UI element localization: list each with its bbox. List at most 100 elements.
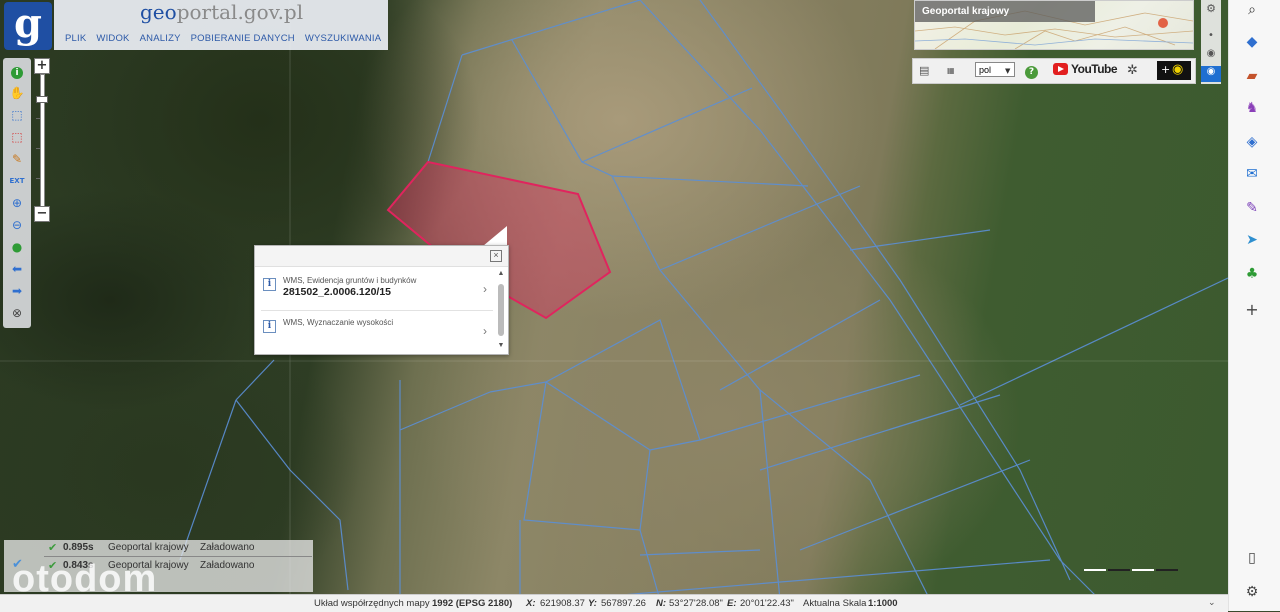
zoom-handle[interactable] [36,96,48,103]
zoom-track[interactable] [40,74,45,208]
scale-label: Aktualna Skala [803,598,867,609]
map-canvas[interactable] [0,0,1228,611]
feature-info-popup: × i WMS, Ewidencja gruntów i budynków 28… [254,245,509,355]
e-value: 20°01'22.43" [740,598,794,609]
check-icon: ✔ [48,542,58,554]
gear-icon[interactable]: ⚙ [1242,582,1262,602]
outlook-icon[interactable]: ✉ [1242,164,1262,184]
eye-small-icon[interactable]: ◉ [1201,48,1221,59]
layer-status-row: ✔ 0.895s Geoportal krajowy Załadowano [4,540,313,556]
brand-bar: geoportal.gov.pl PLIK WIDOK ANALIZY POBI… [54,0,388,50]
overview-minimap[interactable]: Geoportal krajowy [914,0,1194,50]
divider [44,556,312,557]
plus-icon: + [1161,63,1171,76]
layer-name: WMS, Ewidencja gruntów i budynków [283,276,417,285]
info-icon: i [263,278,276,291]
zoom-slider: + − [34,58,50,222]
tree-icon[interactable]: ♣ [1242,264,1262,284]
send-icon[interactable]: ➤ [1242,230,1262,250]
zoom-minus-button[interactable]: − [34,206,50,222]
chevron-down-icon: ▼ [1005,67,1011,75]
pencil-icon[interactable]: ✎ [7,150,27,168]
help-icon[interactable]: ? [1025,63,1038,79]
briefcase-icon[interactable]: ▰ [1242,66,1262,86]
scroll-down-icon[interactable]: ▼ [497,342,505,350]
youtube-icon[interactable] [1053,63,1068,75]
minimap-controls: ⚙ • ◉ ◉ [1201,0,1221,84]
menu-analizy[interactable]: ANALIZY [135,31,186,46]
main-menu: PLIK WIDOK ANALIZY POBIERANIE DANYCH WYS… [60,31,386,46]
add-icon[interactable]: + [1242,300,1262,320]
zoom-tick [36,118,40,119]
back-arrow-icon[interactable]: ⬅ [7,260,27,278]
browser-sidebar: ⌕ ◆ ▰ ♞ ◈ ✉ ✎ ➤ ♣ + ▯ ⚙ [1228,0,1280,611]
crs-value: 1992 (EPSG 2180) [432,598,513,609]
e-label: E: [727,598,737,609]
menu-widok[interactable]: WIDOK [91,31,134,46]
chess-icon[interactable]: ♞ [1242,98,1262,118]
minimap-title: Geoportal krajowy [922,6,1010,17]
tag-icon[interactable]: ◆ [1242,32,1262,52]
clear-selection-icon[interactable]: ⬚ [7,128,27,146]
select-icon[interactable]: ⬚ [7,106,27,124]
zoom-in-icon[interactable]: ⊕ [7,194,27,212]
youtube-label[interactable]: YouTube [1071,62,1118,76]
info-icon[interactable]: i [7,62,27,80]
chevron-down-icon[interactable]: ⌄ [1208,597,1216,608]
parcel-overlay [0,0,1228,611]
layer-name: WMS, Wyznaczanie wysokości [283,318,394,327]
parcel-id: 281502_2.0006.120/15 [283,286,392,298]
designer-icon[interactable]: ✎ [1242,198,1262,218]
scroll-thumb[interactable] [498,284,504,336]
menu-pobieranie-danych[interactable]: POBIERANIE DANYCH [186,31,300,46]
map-toolbar: i ✋ ⬚ ⬚ ✎ EXT ⊕ ⊖ ● ⬅ ➡ ⊗ [3,58,31,328]
scale-segment [1156,569,1178,571]
search-icon[interactable]: ⌕ [1242,0,1262,20]
forward-arrow-icon[interactable]: ➡ [7,282,27,300]
zoom-out-icon[interactable]: ⊖ [7,216,27,234]
crosshair-icon[interactable]: ⊗ [7,304,27,322]
wms-icon[interactable]: ▦ [947,63,955,79]
scale-segment [1084,569,1106,571]
sidebar-panel-icon[interactable]: ▯ [1242,548,1262,568]
menu-wyszukiwania[interactable]: WYSZUKIWANIA [300,31,386,46]
n-value: 53°27'28.08" [669,598,723,609]
layer-name: Geoportal krajowy [108,542,189,553]
zoom-tick [36,148,40,149]
scale-value: 1:1000 [868,598,898,609]
n-label: N: [656,598,667,609]
contrast-toggle[interactable]: + ◉ [1157,61,1191,80]
minimap-title-bar: Geoportal krajowy [915,1,1095,22]
x-label: X: [526,598,536,609]
globe-icon[interactable]: ● [7,238,27,256]
gear-icon[interactable]: ⚙ [1201,2,1221,15]
zoom-plus-button[interactable]: + [34,58,50,74]
zoom-extent-icon[interactable]: EXT [7,172,27,190]
crs-label: Układ współrzędnych mapy [314,598,430,609]
close-icon[interactable]: × [490,250,502,262]
popup-row-ewidencja[interactable]: i WMS, Ewidencja gruntów i budynków 2815… [255,272,495,312]
info-icon: i [263,320,276,333]
popup-row-wysokosci[interactable]: i WMS, Wyznaczanie wysokości › [255,314,495,354]
dot-icon[interactable]: • [1201,30,1221,41]
x-value: 621908.37 [540,598,585,609]
map-grid [0,0,1228,611]
print-icon[interactable]: ▤ [919,63,929,79]
popup-scrollbar[interactable]: ▲ ▼ [497,270,505,350]
chevron-right-icon[interactable]: › [483,324,487,338]
scroll-up-icon[interactable]: ▲ [497,270,505,278]
pan-hand-icon[interactable]: ✋ [7,84,27,102]
zoom-tick [36,178,40,179]
divider [261,310,493,311]
scale-bar [1084,566,1180,572]
load-status: Załadowano [200,542,255,553]
scale-segment [1132,569,1154,571]
copilot-icon[interactable]: ◈ [1242,132,1262,152]
eye-icon[interactable]: ◉ [1201,66,1221,82]
geoportal-logo[interactable]: g [4,2,52,50]
chevron-right-icon[interactable]: › [483,282,487,296]
popup-pointer [483,226,507,246]
accessibility-icon[interactable]: ✲ [1127,63,1138,79]
menu-plik[interactable]: PLIK [60,31,91,46]
load-time: 0.895s [63,542,94,553]
